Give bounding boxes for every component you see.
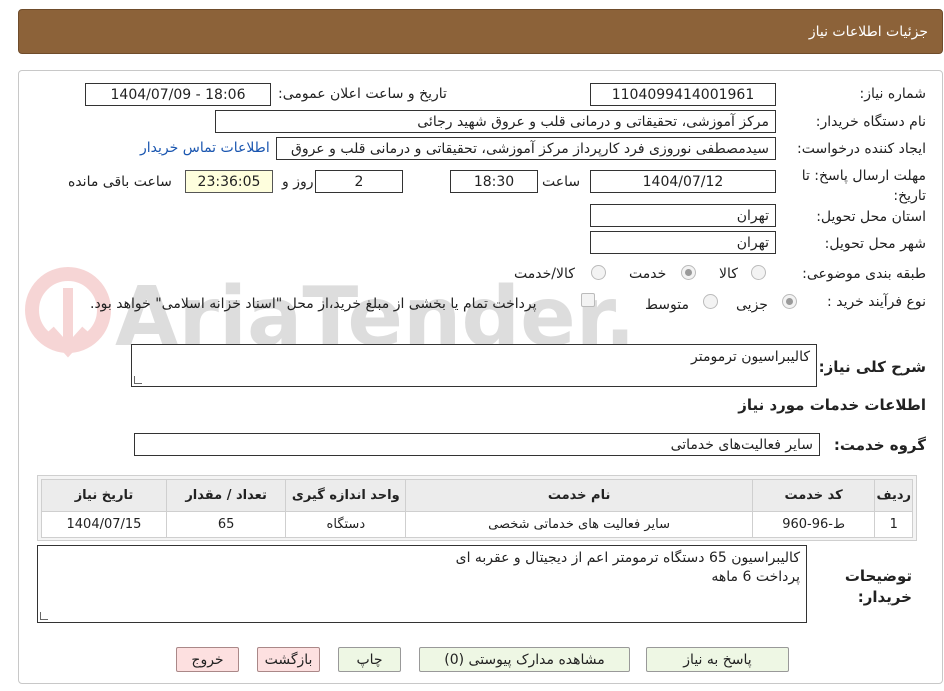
buyer-notes-textarea[interactable]: کالیبراسیون 65 دستگاه ترمومتر اعم از دیج… (37, 545, 807, 623)
contact-buyer-link[interactable]: اطلاعات تماس خریدار (140, 140, 270, 156)
city-label: شهر محل تحویل: (824, 236, 926, 252)
cell-quantity: 65 (165, 511, 287, 538)
service-group-label: گروه خدمت: (833, 436, 926, 454)
process-option-medium: متوسط (645, 297, 689, 313)
col-unit: واحد اندازه گیری (285, 479, 407, 512)
print-button[interactable]: چاپ (338, 647, 401, 672)
category-option-service: خدمت (629, 266, 667, 282)
services-table-wrap: ردیف کد خدمت نام خدمت واحد اندازه گیری ت… (37, 475, 917, 541)
process-option-minor: جزیی (736, 297, 768, 313)
category-option-goods-service: کالا/خدمت (514, 266, 575, 282)
remaining-label: ساعت باقی مانده (68, 174, 172, 190)
category-option-goods: کالا (719, 266, 738, 282)
requester-label: ایجاد کننده درخواست: (797, 141, 926, 157)
table-row: 1 ط-96-960 سایر فعالیت های خدماتی شخصی د… (41, 511, 913, 538)
buyer-notes-label: توضیحات خریدار: (844, 567, 912, 606)
col-service-code: کد خدمت (751, 479, 876, 512)
announce-datetime-field: 1404/07/09 - 18:06 (85, 83, 271, 106)
col-need-date: تاریخ نیاز (41, 479, 167, 512)
deadline-time-field: 18:30 (450, 170, 538, 193)
need-number-label: شماره نیاز: (859, 86, 927, 102)
services-table: ردیف کد خدمت نام خدمت واحد اندازه گیری ت… (41, 479, 913, 538)
col-service-name: نام خدمت (405, 479, 753, 512)
deadline-date-field: 1404/07/12 (590, 170, 776, 193)
province-label: استان محل تحویل: (816, 209, 926, 225)
page-header: جزئیات اطلاعات نیاز (18, 9, 943, 54)
view-attachments-button[interactable]: مشاهده مدارک پیوستی (0) (419, 647, 630, 672)
summary-label: شرح کلی نیاز: (818, 358, 926, 376)
province-field: تهران (590, 204, 776, 227)
resize-grip-icon[interactable] (134, 376, 142, 384)
category-radio-service[interactable] (681, 265, 696, 280)
process-radio-minor[interactable] (782, 294, 797, 309)
col-row: ردیف (874, 479, 913, 512)
summary-text: کالیبراسیون ترمومتر (691, 349, 810, 365)
exit-button[interactable]: خروج (176, 647, 239, 672)
cell-row: 1 (874, 511, 913, 538)
services-section-title: اطلاعات خدمات مورد نیاز (738, 396, 926, 414)
resize-grip-icon[interactable] (40, 612, 48, 620)
service-group-field: سایر فعالیت‌های خدماتی (134, 433, 820, 456)
back-button[interactable]: بازگشت (257, 647, 320, 672)
category-label: طبقه بندی موضوعی: (802, 266, 926, 282)
col-quantity: تعداد / مقدار (165, 479, 287, 512)
deadline-label: مهلت ارسال پاسخ: تا تاریخ: (801, 168, 926, 204)
days-field: 2 (315, 170, 403, 193)
summary-textarea[interactable]: کالیبراسیون ترمومتر (131, 344, 817, 387)
payment-note: پرداخت تمام یا بخشی از مبلغ خرید،از محل … (90, 296, 537, 312)
city-field: تهران (590, 231, 776, 254)
cell-need-date: 1404/07/15 (41, 511, 167, 538)
buyer-notes-line-1: کالیبراسیون 65 دستگاه ترمومتر اعم از دیج… (455, 550, 800, 566)
cell-service-name: سایر فعالیت های خدماتی شخصی (405, 511, 753, 538)
table-header-row: ردیف کد خدمت نام خدمت واحد اندازه گیری ت… (41, 479, 913, 512)
category-radio-goods-service[interactable] (591, 265, 606, 280)
cell-unit: دستگاه (285, 511, 407, 538)
buyer-notes-line-2: پرداخت 6 ماهه (711, 569, 800, 585)
page-title: جزئیات اطلاعات نیاز (808, 23, 928, 40)
requester-field: سیدمصطفی نوروزی فرد کارپرداز مرکز آموزشی… (276, 137, 776, 160)
treasury-checkbox[interactable] (581, 293, 595, 307)
category-radio-goods[interactable] (751, 265, 766, 280)
remaining-time-field: 23:36:05 (185, 170, 273, 193)
buyer-org-label: نام دستگاه خریدار: (815, 114, 926, 130)
reply-button[interactable]: پاسخ به نیاز (646, 647, 789, 672)
process-label: نوع فرآیند خرید : (827, 294, 926, 310)
buyer-org-field: مرکز آموزشی، تحقیقاتی و درمانی قلب و عرو… (215, 110, 776, 133)
deadline-time-label: ساعت (542, 174, 581, 190)
need-number-field: 1104099414001961 (590, 83, 776, 106)
days-label: روز و (282, 174, 314, 190)
cell-service-code: ط-96-960 (751, 511, 876, 538)
process-radio-medium[interactable] (703, 294, 718, 309)
announce-label: تاریخ و ساعت اعلان عمومی: (278, 86, 447, 102)
